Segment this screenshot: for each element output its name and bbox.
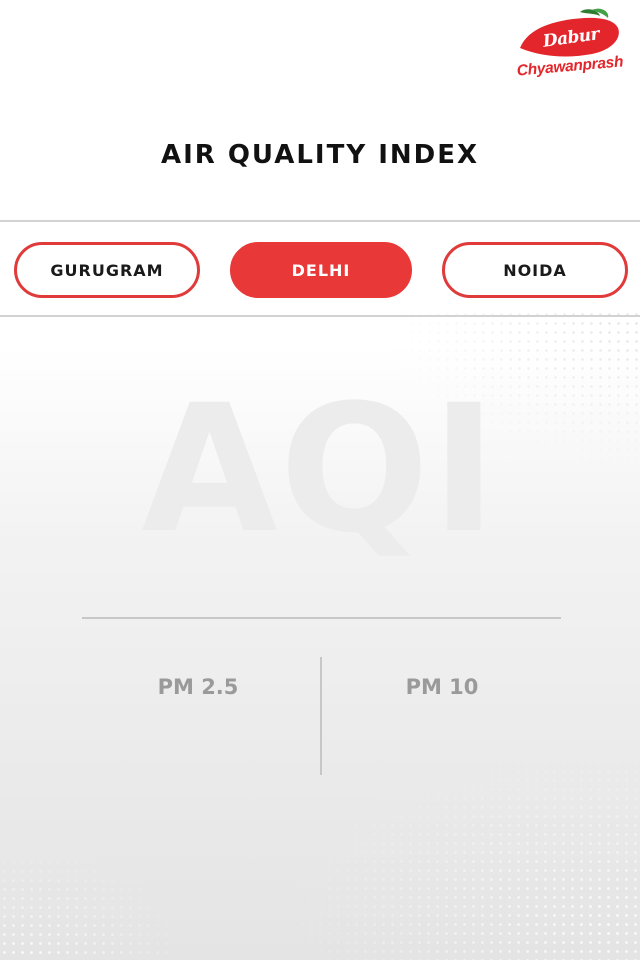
- vertical-divider: [320, 657, 322, 775]
- dot-pattern-decoration: [280, 740, 640, 960]
- aqi-watermark: AQI: [141, 367, 499, 572]
- horizontal-divider: [82, 617, 561, 619]
- city-selector: GURUGRAM DELHI NOIDA: [0, 220, 640, 317]
- pm25-label: PM 2.5: [157, 675, 239, 699]
- pm10-label: PM 10: [405, 675, 479, 699]
- page-title: AIR QUALITY INDEX: [160, 140, 480, 170]
- dot-pattern-decoration: [0, 840, 200, 960]
- city-tab-gurugram[interactable]: GURUGRAM: [14, 242, 200, 298]
- brand-logo: Dabur Chyawanprash: [514, 8, 626, 92]
- city-tab-noida[interactable]: NOIDA: [442, 242, 628, 298]
- city-tab-delhi[interactable]: DELHI: [230, 242, 412, 298]
